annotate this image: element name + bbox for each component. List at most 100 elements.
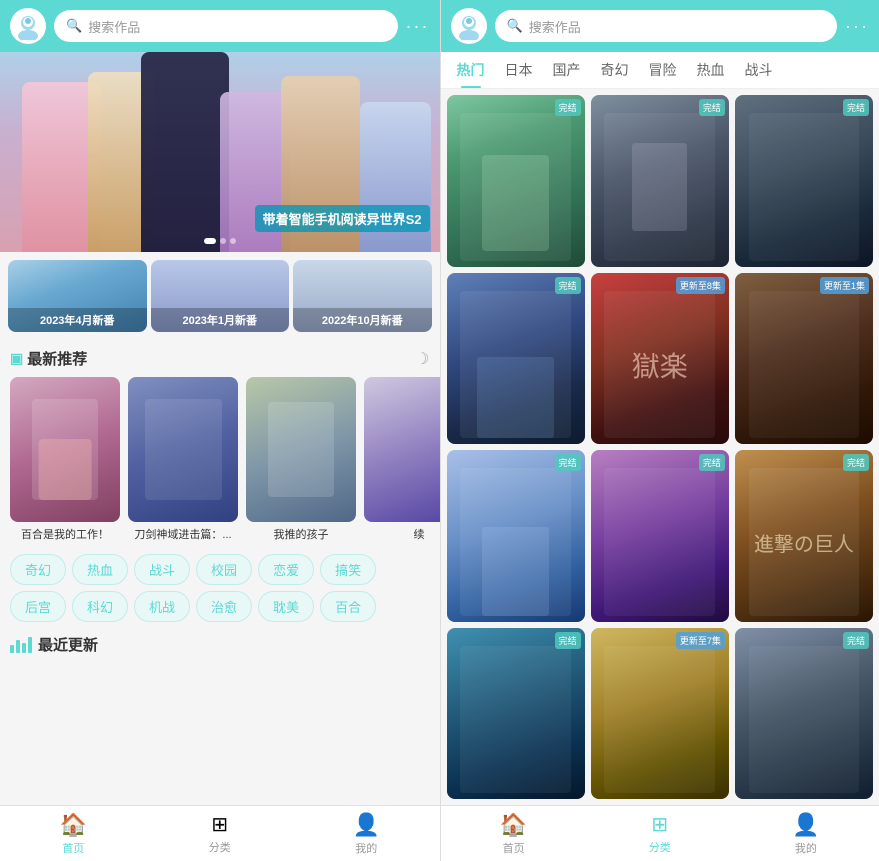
grid-badge-4: 完结 [555,277,581,294]
season-card-2[interactable]: 2023年1月新番 [151,260,290,332]
left-content: 带着智能手机阅读异世界S2 2023年4月新番 2023年1月新番 2022年1… [0,52,440,805]
moon-icon[interactable]: ☽ [415,349,429,369]
grid-img-11 [591,628,729,800]
grid-badge-6: 更新至1集 [820,277,869,294]
grid-card-6[interactable]: 更新至1集 进击的巨人最终季... [735,273,873,445]
grid-img-8 [591,450,729,622]
right-home-icon: 🏠 [500,812,527,838]
tag-rexue[interactable]: 热血 [72,554,128,585]
grid-img-9: 進撃の巨人 [735,450,873,622]
recommend-card-4[interactable]: 续 [364,377,440,542]
left-panel: 🔍 搜索作品 ··· 带着智能手机阅读异世界S2 [0,0,440,861]
left-search-bar[interactable]: 🔍 搜索作品 [54,10,398,42]
right-search-placeholder: 搜索作品 [529,17,581,36]
grid-img-7 [447,450,585,622]
recommend-title-3: 我推的孩子 [246,526,356,542]
grid-img-12 [735,628,873,800]
recommend-card-2[interactable]: 刀剑神域进击篇：... [128,377,238,542]
right-nav-home[interactable]: 🏠 首页 [441,806,587,861]
grid-card-10[interactable]: 完结 [447,628,585,800]
tag-kexuan[interactable]: 科幻 [72,591,128,622]
grid-img-3 [735,95,873,267]
hero-banner[interactable]: 带着智能手机阅读异世界S2 [0,52,440,252]
grid-card-9[interactable]: 進撃の巨人 完结 进击的巨人第二季 [735,450,873,622]
left-avatar[interactable] [10,8,46,44]
grid-img-2 [591,95,729,267]
left-nav-mine[interactable]: 👤 我的 [293,806,440,861]
category-tabs: 热门 日本 国产 奇幻 冒险 热血 战斗 [441,52,879,89]
recommend-title-2: 刀剑神域进击篇：... [128,526,238,542]
grid-card-7[interactable]: 完结 刀剑神域 [447,450,585,622]
left-home-icon: 🏠 [60,812,87,838]
tag-jizhan[interactable]: 机战 [134,591,190,622]
recommend-scroll: 百合是我的工作！ 刀剑神域进击篇：... 我推的孩子 [0,373,440,550]
right-bottom-nav: 🏠 首页 ⊞ 分类 👤 我的 [441,805,879,861]
grid-card-4[interactable]: 完结 刀剑神域进击篇：无... [447,273,585,445]
right-avatar[interactable] [451,8,487,44]
recommend-img-4 [364,377,440,522]
season-card-1[interactable]: 2023年4月新番 [8,260,147,332]
recommend-header: ▣ 最新推荐 ☽ [0,340,440,373]
recommend-img-2 [128,377,238,522]
tag-baihe[interactable]: 百合 [320,591,376,622]
season-label-2: 2023年1月新番 [151,308,290,332]
anime-grid: 完结 回复术士的重来人生 完结 进击的巨人 完结 进击的巨人最终季 [441,89,879,805]
right-search-bar[interactable]: 🔍 搜索作品 [495,10,838,42]
grid-card-5[interactable]: 獄楽 更新至8集 地狱乐 [591,273,729,445]
left-bottom-nav: 🏠 首页 ⊞ 分类 👤 我的 [0,805,440,861]
hero-dots [204,238,236,244]
left-nav-home[interactable]: 🏠 首页 [0,806,147,861]
tab-fantasy[interactable]: 奇幻 [591,52,639,88]
hero-dot-1[interactable] [204,238,216,244]
left-mine-label: 我的 [355,840,377,856]
season-label-1: 2023年4月新番 [8,308,147,332]
recommend-card-3[interactable]: 我推的孩子 [246,377,356,542]
right-more-button[interactable]: ··· [845,16,869,37]
tag-zhandou[interactable]: 战斗 [134,554,190,585]
tab-japan[interactable]: 日本 [495,52,543,88]
recommend-title-1: 百合是我的工作！ [10,526,120,542]
hero-title: 带着智能手机阅读异世界S2 [255,205,430,232]
left-category-icon: ⊞ [211,812,228,837]
tab-adventure[interactable]: 冒险 [639,52,687,88]
grid-card-1[interactable]: 完结 回复术士的重来人生 [447,95,585,267]
right-nav-mine[interactable]: 👤 我的 [733,806,879,861]
grid-card-11[interactable]: 更新至7集 [591,628,729,800]
left-nav-category[interactable]: ⊞ 分类 [147,806,294,861]
tag-lian'ai[interactable]: 恋爱 [258,554,314,585]
grid-card-8[interactable]: 完结 想要成为影之实力... [591,450,729,622]
tag-zhiyu[interactable]: 治愈 [196,591,252,622]
tag-danmei[interactable]: 耽美 [258,591,314,622]
season-card-3[interactable]: 2022年10月新番 [293,260,432,332]
recent-header: 最近更新 [0,626,440,659]
grid-card-3[interactable]: 完结 进击的巨人最终季 [735,95,873,267]
right-mine-icon: 👤 [792,812,819,838]
grid-img-6 [735,273,873,445]
grid-img-5: 獄楽 [591,273,729,445]
tag-grid: 奇幻 热血 战斗 校园 恋爱 搞笑 后宫 科幻 机战 治愈 耽美 百合 [0,550,440,626]
tag-gaoxiao[interactable]: 搞笑 [320,554,376,585]
tab-fight[interactable]: 战斗 [735,52,783,88]
tab-hot[interactable]: 热门 [447,52,495,88]
grid-badge-10: 完结 [555,632,581,649]
left-more-button[interactable]: ··· [406,16,430,37]
grid-badge-7: 完结 [555,454,581,471]
grid-badge-1: 完结 [555,99,581,116]
hero-dot-2[interactable] [220,238,226,244]
bar-chart-icon [10,637,32,653]
grid-card-2[interactable]: 完结 进击的巨人 [591,95,729,267]
right-nav-category[interactable]: ⊞ 分类 [587,806,733,861]
right-panel: 🔍 搜索作品 ··· 热门 日本 国产 奇幻 冒险 热血 战斗 完结 回复术士的… [440,0,879,861]
tag-qihuan[interactable]: 奇幻 [10,554,66,585]
recommend-card-1[interactable]: 百合是我的工作！ [10,377,120,542]
grid-card-12[interactable]: 完结 [735,628,873,800]
right-search-icon: 🔍 [507,18,523,34]
tag-xiaoyuan[interactable]: 校园 [196,554,252,585]
grid-badge-2: 完结 [699,99,725,116]
right-category-icon: ⊞ [651,812,668,837]
tab-action[interactable]: 热血 [687,52,735,88]
tab-domestic[interactable]: 国产 [543,52,591,88]
right-header: 🔍 搜索作品 ··· [441,0,879,52]
tag-hougong[interactable]: 后宫 [10,591,66,622]
hero-dot-3[interactable] [230,238,236,244]
